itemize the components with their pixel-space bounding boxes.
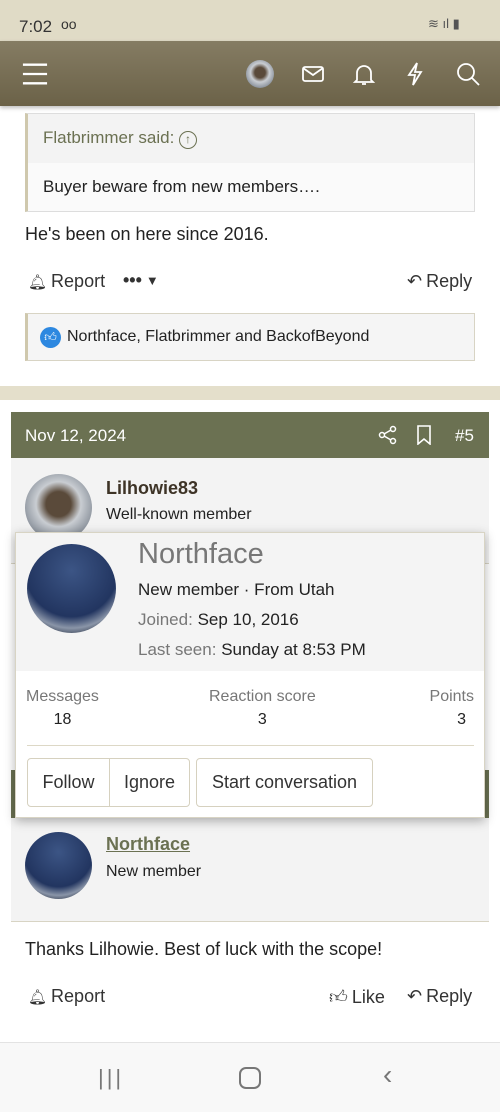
like-reaction-icon: 👍︎: [40, 326, 61, 348]
post-body: Thanks Lilhowie. Best of luck with the s…: [25, 939, 383, 959]
user-block: Northface New member: [11, 818, 489, 922]
post-number[interactable]: #5: [455, 426, 474, 446]
last-seen-label: Last seen:: [138, 640, 217, 659]
bell-icon[interactable]: [351, 61, 377, 87]
top-navbar: [0, 41, 500, 106]
bell-icon: 🔔︎: [28, 273, 48, 291]
reply-icon: ↶: [407, 986, 423, 1006]
caret-down-icon: ▼: [145, 273, 159, 288]
user-avatar[interactable]: [25, 474, 92, 541]
stat-label: Points: [429, 688, 474, 705]
more-options-button[interactable]: ••• ▼: [123, 270, 159, 291]
user-avatar[interactable]: [25, 832, 92, 899]
post-date[interactable]: Nov 12, 2024: [25, 426, 126, 446]
post-separator: [0, 386, 500, 400]
joined-date: Sep 10, 2016: [197, 610, 299, 629]
envelope-icon[interactable]: [300, 61, 326, 87]
recent-apps-icon[interactable]: |||: [98, 1065, 124, 1091]
voicemail-icon: oo: [61, 16, 77, 32]
clock: 7:02: [19, 17, 53, 36]
last-seen-value: Sunday at 8:53 PM: [221, 640, 366, 659]
stat-points: Points 3: [430, 688, 474, 729]
follow-button[interactable]: Follow: [27, 758, 110, 807]
bolt-icon[interactable]: [402, 61, 428, 87]
thumbs-up-icon: 👍︎: [329, 987, 348, 1007]
stat-reaction-score: Reaction score 3: [209, 688, 316, 729]
reply-label: Reply: [426, 986, 473, 1006]
post-body: He's been on here since 2016.: [25, 224, 269, 244]
wifi-signal-battery-icons: ≋ ıl ▮: [428, 16, 460, 31]
member-name[interactable]: Northface: [138, 538, 264, 571]
report-button[interactable]: 🔔︎ Report: [28, 986, 105, 1007]
ellipsis-icon: •••: [123, 270, 142, 290]
report-label: Report: [51, 986, 106, 1006]
home-icon[interactable]: [239, 1067, 261, 1089]
stat-label: Reaction score: [209, 688, 316, 705]
reply-icon: ↶: [407, 271, 423, 291]
user-avatar[interactable]: [246, 60, 274, 88]
reply-button[interactable]: ↶ Reply: [407, 986, 472, 1007]
arrow-up-circle-icon[interactable]: ↑: [179, 131, 198, 149]
username[interactable]: Lilhowie83: [106, 478, 198, 499]
quote-text: Buyer beware from new members….: [43, 177, 320, 196]
search-icon[interactable]: [455, 61, 481, 87]
user-title: Well-known member: [106, 506, 252, 523]
reactions-bar[interactable]: 👍︎ Northface, Flatbrimmer and BackofBeyo…: [25, 313, 475, 361]
menu-icon[interactable]: [22, 61, 48, 87]
stat-messages: Messages 18: [26, 688, 99, 729]
bookmark-icon[interactable]: [416, 425, 432, 445]
member-avatar[interactable]: [27, 544, 116, 633]
member-subtitle: New member · From Utah: [138, 580, 335, 599]
stat-label: Messages: [26, 688, 99, 705]
stat-value: 3: [257, 711, 267, 728]
divider: [27, 745, 474, 746]
reactions-list[interactable]: Northface, Flatbrimmer and BackofBeyond: [67, 328, 369, 346]
report-label: Report: [51, 271, 106, 291]
joined-label: Joined:: [138, 610, 193, 629]
back-icon[interactable]: ‹: [383, 1059, 392, 1091]
report-button[interactable]: 🔔︎ Report: [28, 271, 105, 292]
quote-block: Flatbrimmer said: ↑ Buyer beware from ne…: [25, 113, 475, 212]
android-nav-bar: ||| ‹: [0, 1042, 500, 1112]
stat-value: 18: [53, 711, 72, 728]
member-tooltip-card: Northface New member · From Utah Joined:…: [15, 532, 485, 818]
post-header: Nov 12, 2024 #5: [11, 412, 489, 458]
quote-header[interactable]: Flatbrimmer said: ↑: [28, 114, 474, 163]
reply-label: Reply: [426, 271, 473, 291]
stat-value: 3: [457, 711, 466, 728]
username[interactable]: Northface: [106, 834, 190, 855]
bell-icon: 🔔︎: [28, 988, 48, 1006]
ignore-button[interactable]: Ignore: [109, 758, 190, 807]
like-button[interactable]: 👍︎ Like: [329, 986, 385, 1008]
share-icon[interactable]: [378, 425, 398, 445]
like-label: Like: [351, 986, 385, 1007]
quote-author[interactable]: Flatbrimmer said:: [43, 128, 174, 147]
status-bar: 7:02 oo ≋ ıl ▮: [0, 0, 500, 41]
user-title: New member: [106, 863, 202, 880]
start-conversation-button[interactable]: Start conversation: [196, 758, 373, 807]
reply-button[interactable]: ↶ Reply: [407, 271, 472, 292]
